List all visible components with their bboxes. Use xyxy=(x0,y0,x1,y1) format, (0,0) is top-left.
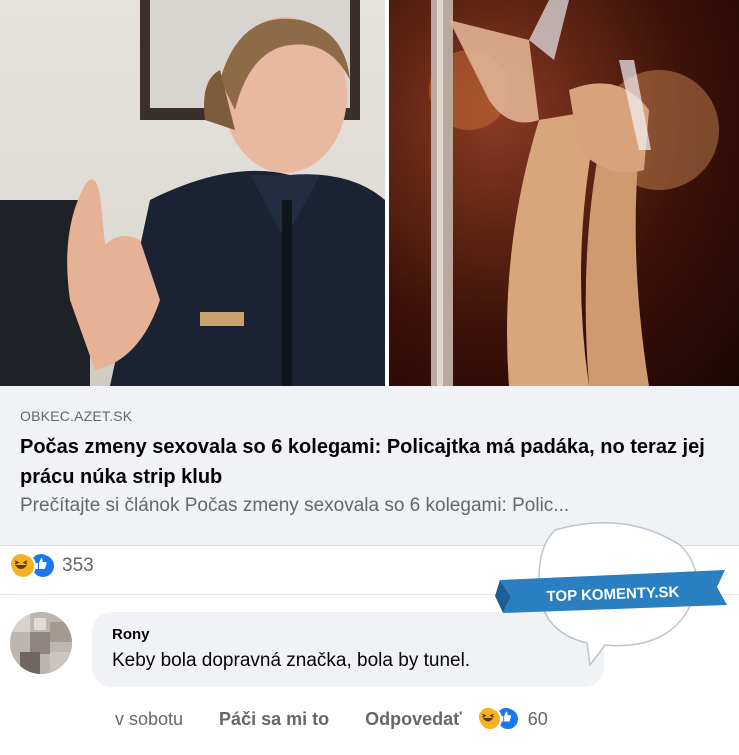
comment-text: Keby bola dopravná značka, bola by tunel… xyxy=(112,650,471,671)
heels-photo xyxy=(389,0,739,386)
comment-actions: v sobotu Páči sa mi to Odpovedať 60 xyxy=(115,706,548,732)
like-button[interactable]: Páči sa mi to xyxy=(219,709,329,730)
reaction-count[interactable]: 353 xyxy=(62,555,94,577)
officer-photo xyxy=(0,0,385,386)
link-headline[interactable]: Počas zmeny sexovala so 6 kolegami: Poli… xyxy=(20,432,720,492)
post-reactions[interactable]: 353 xyxy=(10,551,94,581)
link-excerpt: Prečítajte si článok Počas zmeny sexoval… xyxy=(20,495,570,516)
haha-reaction-icon xyxy=(477,707,502,731)
comment-reactions[interactable]: 60 xyxy=(477,707,548,731)
avatar[interactable] xyxy=(10,612,72,674)
comment-reaction-count: 60 xyxy=(527,708,548,729)
topkomenty-watermark: TOP KOMENTY.SK xyxy=(495,515,735,675)
comment-author[interactable]: Rony xyxy=(112,626,150,643)
link-preview-card[interactable]: OBKEC.AZET.SK Počas zmeny sexovala so 6 … xyxy=(0,0,739,546)
reply-button[interactable]: Odpovedať xyxy=(365,709,462,730)
preview-image[interactable] xyxy=(0,0,739,386)
link-domain: OBKEC.AZET.SK xyxy=(20,408,133,424)
haha-reaction-icon xyxy=(10,553,36,579)
comment-time[interactable]: v sobotu xyxy=(115,709,183,730)
